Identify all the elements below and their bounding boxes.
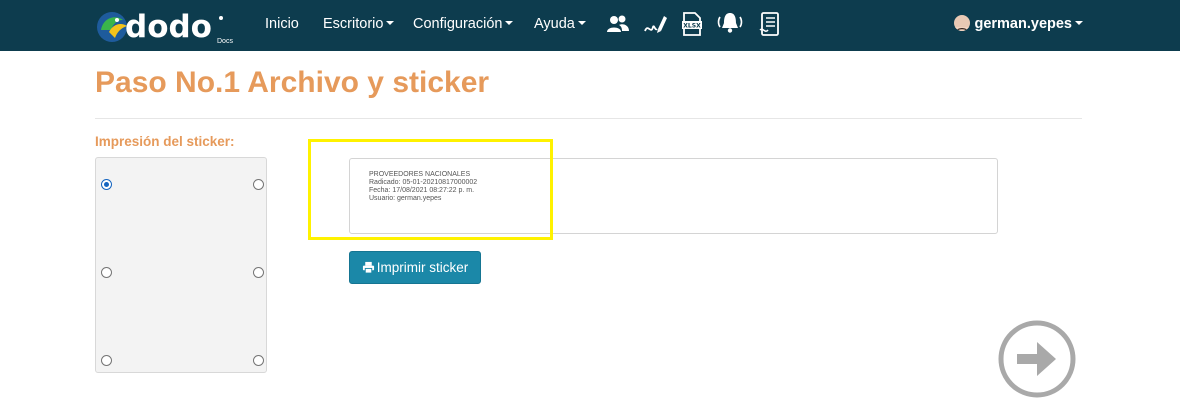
user-menu[interactable]: german.yepes [954,0,1083,51]
chevron-down-icon [505,21,514,26]
chevron-down-icon [386,21,395,26]
page-title: Paso No.1 Archivo y sticker [95,66,490,99]
position-radio-top-left[interactable] [101,179,112,190]
logo-text: dodo [125,9,212,45]
position-radio-middle-right[interactable] [253,267,264,278]
signature-icon[interactable] [643,11,669,37]
divider [95,118,1082,119]
position-radio-bottom-left[interactable] [101,355,112,366]
print-sticker-button[interactable]: Imprimir sticker [349,251,481,284]
position-radio-bottom-right[interactable] [253,355,264,366]
bell-alert-icon[interactable] [716,9,743,35]
nav-escritorio-label: Escritorio [323,16,384,32]
arrow-right-circle-icon [998,320,1076,398]
top-navbar: dodo Docs Inicio Escritorio Configuració… [0,0,1180,51]
chevron-down-icon [577,21,586,26]
dodo-logo[interactable]: dodo Docs [95,6,243,46]
chevron-down-icon [1075,21,1083,26]
highlight-annotation [308,139,553,240]
position-radio-middle-left[interactable] [101,267,112,278]
user-name: german.yepes [974,16,1072,32]
nav-configuracion-label: Configuración [413,16,503,32]
nav-inicio-label: Inicio [265,16,299,32]
nav-inicio[interactable]: Inicio [265,0,299,51]
logo-subtext: Docs [217,38,233,45]
position-radio-top-right[interactable] [253,179,264,190]
nav-escritorio[interactable]: Escritorio [323,0,395,51]
nav-configuracion[interactable]: Configuración [413,0,514,51]
next-step-button[interactable] [996,318,1078,400]
sticker-position-selector [95,157,267,373]
sticker-position-label: Impresión del sticker: [95,134,235,149]
svg-text:XLSX: XLSX [683,23,701,30]
avatar [954,15,971,32]
print-sticker-label: Imprimir sticker [376,260,469,275]
document-list-icon[interactable] [757,11,783,37]
users-icon[interactable] [605,11,631,37]
printer-icon [362,261,374,274]
nav-ayuda[interactable]: Ayuda [534,0,586,51]
xlsx-file-icon[interactable]: XLSX [679,11,705,37]
nav-ayuda-label: Ayuda [534,16,575,32]
